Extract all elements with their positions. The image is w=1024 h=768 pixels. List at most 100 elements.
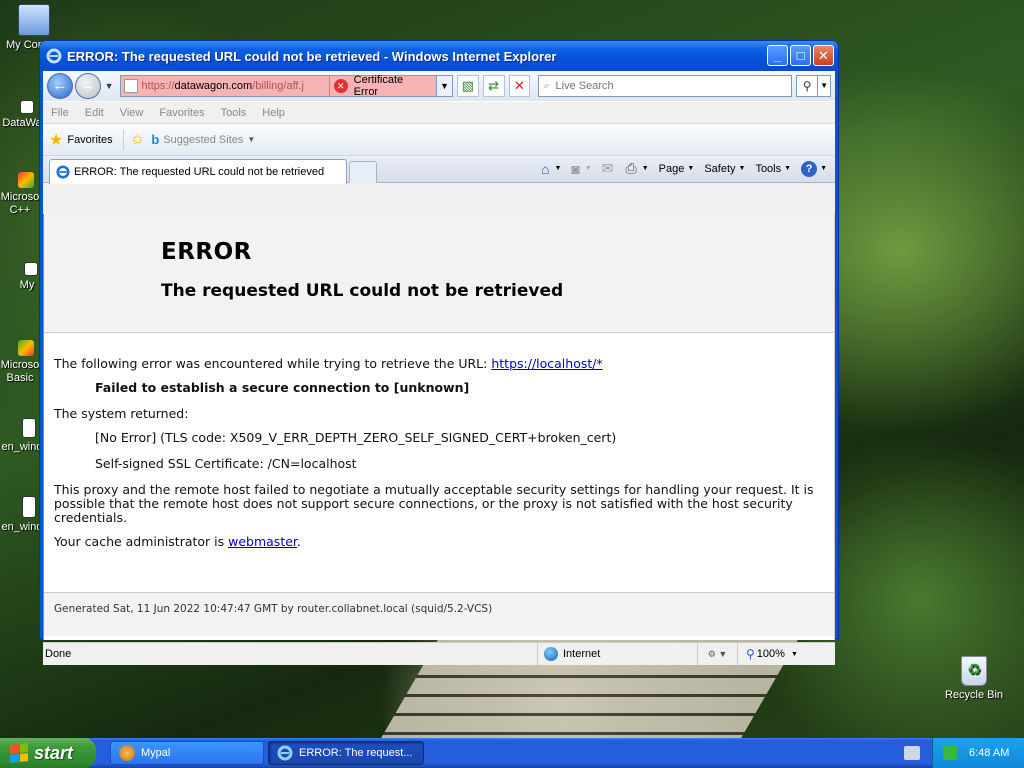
suggested-sites-button[interactable]: b Suggested Sites ▼ [151,132,255,147]
menu-view[interactable]: View [120,107,144,119]
tab-error-page[interactable]: ERROR: The requested URL could not be re… [49,159,347,184]
search-button[interactable]: ⚲ [796,75,819,97]
address-bar[interactable]: https://datawagon.com/billing/aff.j [119,75,330,97]
file-icon [22,418,36,438]
window-client: ← → ▼ https://datawagon.com/billing/aff.… [43,71,835,665]
security-zone[interactable]: Internet [537,643,697,665]
mail-icon: ✉ [601,160,614,176]
page-menu-button[interactable]: Page ▼ [659,163,695,175]
globe-icon [544,647,558,661]
refresh-icon: ⇄ [488,78,500,93]
shortcut-icon [20,100,34,114]
taskbar-item-mypal[interactable]: Mypal [110,741,264,765]
recent-pages-dropdown[interactable]: ▼ [105,81,114,91]
windows-logo-icon [10,743,28,763]
menu-help[interactable]: Help [262,107,285,119]
stop-button[interactable]: ✕ [508,75,531,97]
webmaster-link[interactable]: webmaster [228,534,297,549]
taskbar-item-label: Mypal [141,747,171,759]
add-to-favorites-icon[interactable]: ✩ [132,131,144,148]
safety-menu-button[interactable]: Safety ▼ [704,163,745,175]
help-icon: ? [801,160,818,177]
shield-error-icon: ✕ [333,79,348,93]
tab-label: ERROR: The requested URL could not be re… [74,166,325,178]
address-dropdown[interactable]: ▼ [437,75,453,97]
shortcut-icon [24,262,38,276]
bing-icon: b [151,132,160,147]
internet-explorer-icon [277,745,293,761]
search-icon: ⌕ [543,79,550,92]
separator [122,129,124,150]
zone-label: Internet [563,648,601,660]
menu-file[interactable]: File [51,107,69,119]
protected-mode-button[interactable]: ⚙ ▼ [697,643,737,665]
clock[interactable]: 6:48 AM [969,747,1009,759]
command-bar: ⌂ ▼ ◙ ▼ ✉ ⎙ ▼ Page ▼ Safety ▼ Tools ▼ ? … [535,160,827,177]
search-input[interactable] [553,79,774,93]
search-box[interactable]: ⌕ [538,75,793,97]
refresh-button[interactable]: ⇄ [482,75,505,97]
tools-menu-button[interactable]: Tools ▼ [755,163,791,175]
menu-favorites[interactable]: Favorites [159,107,204,119]
magnifier-icon: ⚲ [746,647,755,661]
certificate-error-button[interactable]: ✕ Certificate Error [329,74,437,98]
cache-admin-prefix: Your cache administrator is [54,534,229,549]
chevron-down-icon: ▼ [790,650,798,658]
cache-admin-line: Your cache administrator is webmaster. [54,535,824,549]
safety-menu-label: Safety [704,162,736,175]
printer-icon: ⎙ [625,160,637,176]
close-button[interactable]: ✕ [813,45,834,66]
visual-basic-icon [18,340,34,356]
ie-window: ERROR: The requested URL could not be re… [40,41,838,665]
menu-tools[interactable]: Tools [221,107,247,119]
error-url-prefix: The following error was encountered whil… [54,356,492,371]
status-bar: Done Internet ⚙ ▼ ⚲ 100% ▼ [43,642,835,665]
menu-bar: File Edit View Favorites Tools Help [43,101,835,123]
certificate-error-label: Certificate Error [353,74,404,98]
url-protocol: https:// [141,80,175,92]
maximize-button[interactable]: □ [790,45,811,66]
page-title: ERROR [161,239,252,265]
chevron-down-icon: ▼ [784,165,792,172]
network-icon[interactable] [943,746,957,760]
start-label: start [34,742,74,763]
error-url-line: The following error was encountered whil… [54,357,824,371]
desktop-icon-recycle-bin[interactable]: ♻ Recycle Bin [934,656,1014,702]
compatibility-icon: ▧ [461,78,474,93]
navigation-bar: ← → ▼ https://datawagon.com/billing/aff.… [43,71,835,101]
status-text: Done [45,648,72,660]
file-icon [22,496,36,518]
menu-edit[interactable]: Edit [85,107,104,119]
minimize-button[interactable]: _ [767,45,788,66]
url-host: datawagon.com [174,80,253,92]
chevron-down-icon: ▼ [820,165,827,172]
page-content: ERROR The requested URL could not be ret… [43,214,835,640]
keyboard-icon[interactable] [904,746,920,760]
gear-icon: ⚙ ▼ [707,648,728,659]
compatibility-view-button[interactable]: ▧ [456,75,479,97]
home-button[interactable]: ⌂ ▼ [541,161,561,177]
help-button[interactable]: ? ▼ [801,160,827,177]
magnifier-icon: ⚲ [802,79,812,93]
new-tab-button[interactable] [349,161,377,183]
chevron-down-icon: ▼ [738,165,746,172]
read-mail-button[interactable]: ✉ [602,160,616,177]
zoom-button[interactable]: ⚲ 100% ▼ [737,643,835,665]
page-subtitle: The requested URL could not be retrieved [161,281,564,301]
mypal-icon [119,745,135,761]
tools-menu-label: Tools [755,162,782,175]
print-button[interactable]: ⎙ ▼ [626,160,649,177]
error-explanation: This proxy and the remote host failed to… [54,482,814,525]
error-url-link[interactable]: https://localhost/* [491,356,602,371]
back-button[interactable]: ← [47,73,73,99]
taskbar-item-ie[interactable]: ERROR: The request... [268,741,424,765]
window-titlebar[interactable]: ERROR: The requested URL could not be re… [40,41,838,71]
feeds-button[interactable]: ◙ ▼ [571,161,591,177]
forward-button[interactable]: → [74,73,101,99]
internet-explorer-icon [56,165,70,179]
start-button[interactable]: start [0,738,96,768]
visual-studio-icon [18,172,34,188]
favorites-button[interactable]: ★ Favorites [49,130,113,150]
tls-error-detail: [No Error] (TLS code: X509_V_ERR_DEPTH_Z… [95,430,617,445]
search-options-dropdown[interactable]: ▼ [818,75,831,97]
